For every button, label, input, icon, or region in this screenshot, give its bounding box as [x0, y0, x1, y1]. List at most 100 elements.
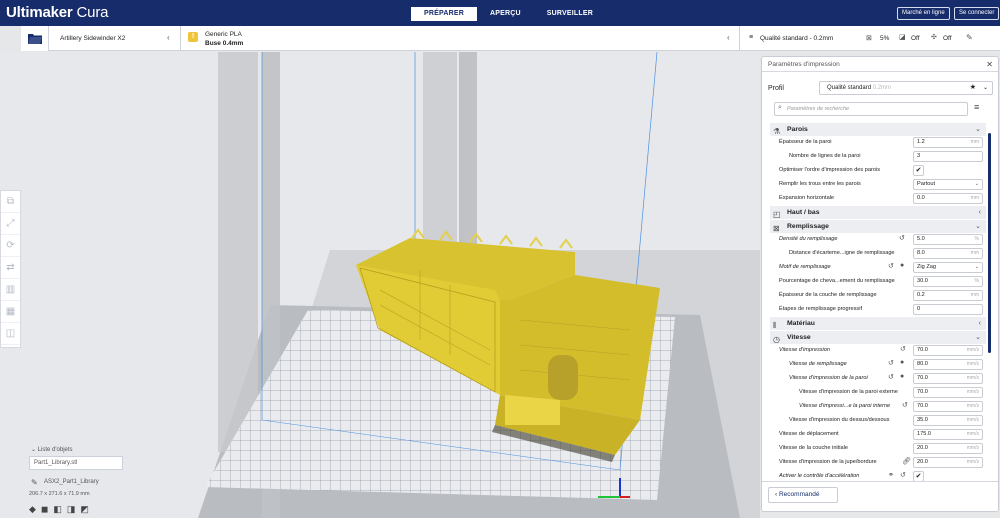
reset-icon: ↺: [900, 472, 906, 479]
setting-row: Vitesse d'impression ↺ 70.0 mm/s: [762, 344, 986, 358]
stage-tabs: PRÉPARER APERÇU SURVEILLER: [411, 7, 606, 21]
printer-selector[interactable]: Artillery Sidewinder X2: [60, 35, 125, 42]
object-list-toggle[interactable]: ⌄ Liste d'objets: [31, 446, 73, 453]
reset-icon: ↺: [888, 374, 894, 381]
category-material[interactable]: ⦀ Matériau ‹: [770, 317, 986, 330]
tab-preview[interactable]: APERÇU: [477, 7, 534, 21]
print-settings-panel: Paramètres d'impression ✕ Profil Qualité …: [761, 56, 999, 512]
setting-field[interactable]: 0.2 mm: [913, 290, 983, 301]
build-volume-scene: [0, 52, 760, 518]
setting-row: Vitesse d'impression de la jupe/bordure 🔗…: [762, 456, 986, 470]
setting-field[interactable]: 70.0 mm/s: [913, 401, 983, 412]
profile-summary[interactable]: Qualité standard - 0.2mm: [760, 35, 833, 42]
category-walls[interactable]: ⚗ Parois ⌄: [770, 123, 986, 136]
left-z-tower: [218, 52, 258, 452]
setting-row: Vitesse de déplacement 175.0 mm/s: [762, 428, 986, 442]
category-infill[interactable]: ⊠ Remplissage ⌄: [770, 220, 986, 233]
adhesion-icon: ✣: [931, 34, 937, 41]
open-file-button[interactable]: [21, 26, 49, 51]
app-logo: Ultimaker Cura: [6, 4, 109, 21]
setting-checkbox[interactable]: ✔: [913, 165, 924, 176]
chevron-left-icon[interactable]: ‹: [727, 33, 730, 42]
category-top-bottom[interactable]: ◰ Haut / bas ‹: [770, 206, 986, 219]
reset-icon: ↺: [888, 263, 894, 270]
scale-tool-icon[interactable]: ⤢: [1, 213, 20, 235]
setting-row: Vitesse d'impression de la paroi ↺ ● 70.0 mm…: [762, 372, 986, 386]
settings-menu-icon[interactable]: ≡: [974, 102, 979, 112]
mirror-tool-icon[interactable]: ⇄: [1, 257, 20, 279]
tab-monitor[interactable]: SURVEILLER: [534, 7, 606, 21]
info-icon: ●: [900, 359, 905, 366]
object-list-item[interactable]: Part1_Library.stl: [29, 456, 123, 470]
reset-icon: ↺: [888, 360, 894, 367]
chevron-down-icon: ⌄: [975, 334, 981, 341]
setting-dropdown[interactable]: Partout ⌄: [913, 179, 983, 190]
adhesion-summary[interactable]: Off: [943, 35, 952, 42]
warning-icon: !: [188, 32, 198, 42]
viewport-3d[interactable]: [0, 52, 760, 518]
extra-tool-icon[interactable]: ◫: [1, 323, 20, 345]
left-toolbar: ⧉ ⤢ ⟳ ⇄ ▥ ▦ ◫: [0, 190, 21, 348]
star-icon[interactable]: ★: [970, 82, 976, 94]
reset-icon: ↺: [899, 235, 905, 242]
setting-field[interactable]: 20.0 mm/s: [913, 443, 983, 454]
model-name[interactable]: ASX2_Part1_Library: [44, 479, 99, 485]
setting-field[interactable]: 175.0 mm/s: [913, 429, 983, 440]
support-icon: ◪: [899, 34, 906, 41]
setting-row: Motif de remplissage ↺ ● Zig Zag ⌄: [762, 261, 986, 275]
setting-field[interactable]: 8.0 mm: [913, 248, 983, 259]
setting-field[interactable]: 0.0 mm: [913, 193, 983, 204]
tab-prepare[interactable]: PRÉPARER: [411, 7, 477, 21]
setting-field[interactable]: 70.0 mm/s: [913, 387, 983, 398]
per-model-settings-icon[interactable]: ▥: [1, 279, 20, 301]
setting-field[interactable]: 80.0 mm/s: [913, 359, 983, 370]
move-tool-icon[interactable]: ⧉: [1, 191, 20, 213]
recommended-button[interactable]: ‹ Recommandé: [768, 487, 838, 503]
nozzle-label[interactable]: Buse 0.4mm: [205, 40, 243, 47]
chevron-left-icon[interactable]: ‹: [167, 33, 170, 42]
chevron-down-icon: ⌄: [31, 447, 38, 453]
profile-list-icon: ≡: [749, 34, 754, 41]
profile-selector[interactable]: Qualité standard 0.2mm ★ ⌄: [819, 81, 993, 95]
setting-field[interactable]: 70.0 mm/s: [913, 345, 983, 356]
marketplace-button[interactable]: Marché en ligne: [897, 7, 950, 20]
support-blocker-icon[interactable]: ▦: [1, 301, 20, 323]
setting-row: Épaisseur de la couche de remplissage 0.2…: [762, 289, 986, 303]
setting-field[interactable]: 35.0 mm/s: [913, 415, 983, 426]
edit-icon[interactable]: ✎: [966, 33, 973, 42]
setting-field[interactable]: 0: [913, 304, 983, 315]
chevron-left-icon: ‹: [978, 320, 981, 327]
setting-row: Densité du remplissage ↺ 5.0%: [762, 233, 986, 247]
close-icon[interactable]: ✕: [986, 57, 993, 72]
chevron-down-icon: ⌄: [975, 223, 981, 230]
setting-row: Nombre de lignes de la paroi 3: [762, 150, 986, 164]
info-icon: ●: [900, 262, 905, 269]
setting-row: Vitesse d'impression de la paroi externe…: [762, 386, 986, 400]
setting-field[interactable]: 3: [913, 151, 983, 162]
setting-row: Vitesse de la couche initiale 20.0 mm/s: [762, 442, 986, 456]
setting-dropdown[interactable]: Zig Zag ⌄: [913, 262, 983, 273]
view-orientation-icons[interactable]: ◆◼◧◨◩: [29, 504, 94, 515]
setting-row: Remplir les trous entre les parois Partou…: [762, 178, 986, 192]
folder-icon: [27, 34, 42, 44]
reset-icon: ↺: [902, 402, 908, 409]
category-speed[interactable]: ◷ Vitesse ⌄: [770, 331, 986, 344]
login-button[interactable]: Se connecter: [954, 7, 1000, 20]
setting-row: Épaisseur de la paroi 1.2 mm: [762, 136, 986, 150]
setting-field[interactable]: 20.0 mm/s: [913, 457, 983, 468]
setting-row: Vitesse d'impression du dessus/dessous 35…: [762, 414, 986, 428]
infill-summary[interactable]: 5%: [880, 35, 889, 42]
search-settings-input[interactable]: ⌕ Paramètres de recherche: [774, 102, 968, 116]
settings-scrollbar[interactable]: [988, 133, 991, 353]
rotate-tool-icon[interactable]: ⟳: [1, 235, 20, 257]
top-bar: Ultimaker Cura PRÉPARER APERÇU SURVEILLE…: [0, 0, 1000, 26]
panel-footer: ‹ Recommandé: [762, 481, 998, 511]
material-label[interactable]: Generic PLA: [205, 31, 242, 38]
setting-field[interactable]: 1.2 mm: [913, 137, 983, 148]
setting-row: Étapes de remplissage progressif 0: [762, 303, 986, 317]
support-summary[interactable]: Off: [911, 35, 920, 42]
chevron-down-icon: ⌄: [982, 85, 988, 91]
setting-field[interactable]: 30.0%: [913, 276, 983, 287]
setting-field[interactable]: 70.0 mm/s: [913, 373, 983, 384]
setting-field[interactable]: 5.0%: [913, 234, 983, 245]
